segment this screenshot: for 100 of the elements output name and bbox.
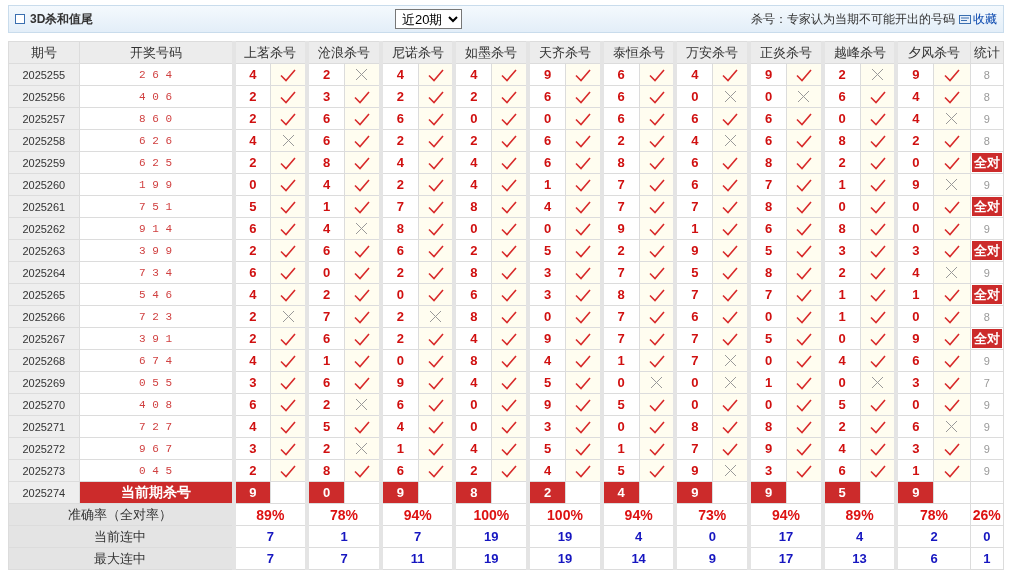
table-cell: 0 [675,525,750,548]
table-cell: 0 [970,525,1004,548]
table-cell: 26% [970,503,1004,526]
table-cell: 8 [970,305,1004,328]
period-select[interactable]: 近20期 [395,9,462,29]
table-cell: 2025273 [8,459,80,482]
table-cell: 9 [675,547,750,570]
table-cell: 2025255 [8,63,80,86]
column-header: 期号 [8,41,80,64]
current-kill-number: 9 [233,481,271,504]
table-cell: 7 [380,525,455,548]
column-header: 统计 [970,41,1004,64]
table-cell: 2025262 [8,217,80,240]
table-cell: 2 [896,525,971,548]
column-header: 正炎杀号 [749,41,823,64]
table-cell: 1 [970,547,1004,570]
column-header: 越峰杀号 [822,41,897,64]
row-header: 当前连中 [8,525,234,548]
all-correct-badge: 全对 [971,241,1002,260]
column-header: 夕风杀号 [896,41,971,64]
table-cell: 8 [970,129,1004,152]
table-cell: 4 [601,525,676,548]
bookmark-link[interactable]: 收藏 [959,10,997,28]
table-cell: 78% [307,503,381,526]
column-header: 泰恒杀号 [601,41,676,64]
bookmark-icon [959,13,971,25]
table-cell: 9 [970,217,1004,240]
current-kill-number: 9 [749,481,787,504]
table-cell: 73% [675,503,750,526]
row-header: 准确率（全对率） [8,503,234,526]
table-cell: 2025267 [8,327,80,350]
row-header: 最大连中 [8,547,234,570]
table-cell: 9 [970,261,1004,284]
column-header: 如墨杀号 [454,41,529,64]
table-cell: 94% [380,503,455,526]
table-cell: 2025271 [8,415,80,438]
table-cell: 2025259 [8,151,80,174]
all-correct-badge: 全对 [971,153,1002,172]
table-cell: 7 [307,547,381,570]
column-header: 开奖号码 [79,41,234,64]
current-kill-number: 4 [601,481,640,504]
table-cell: 19 [528,525,602,548]
table-cell: 100% [454,503,529,526]
table-cell: 89% [233,503,308,526]
table-cell: 19 [454,547,529,570]
table-cell: 9 [970,459,1004,482]
column-header: 上茗杀号 [233,41,308,64]
table-cell: 7 [233,547,308,570]
column-header: 天齐杀号 [528,41,602,64]
table-cell: 1 [307,525,381,548]
table-cell: 19 [528,547,602,570]
table-cell: 17 [749,525,823,548]
all-correct-badge: 全对 [971,329,1002,348]
table-cell: 2025268 [8,349,80,372]
table-cell: 7 [233,525,308,548]
page-title: 3D杀和值尾 [30,10,94,28]
table-cell: 100% [528,503,602,526]
table-cell: 2025270 [8,393,80,416]
table-cell: 89% [822,503,897,526]
table-cell: 11 [380,547,455,570]
table-cell: 17 [749,547,823,570]
table-cell: 7 [970,371,1004,394]
current-kill-number: 2 [528,481,566,504]
table-cell: 2025264 [8,261,80,284]
table-cell: 2025256 [8,85,80,108]
table-cell: 9 [970,173,1004,196]
table-cell: 14 [601,547,676,570]
table-cell: 6 [896,547,971,570]
table-cell: 19 [454,525,529,548]
current-kill-label: 当前期杀号 [79,481,234,504]
table-cell: 9 [970,107,1004,130]
table-cell: 9 [970,349,1004,372]
table-cell: 2025266 [8,305,80,328]
table-cell: 2025272 [8,437,80,460]
current-kill-number: 0 [307,481,345,504]
table-cell: 2025260 [8,173,80,196]
current-kill-number: 8 [454,481,492,504]
table-cell: 2025274 [8,481,80,504]
table-cell: 9 [970,437,1004,460]
table-cell: 94% [601,503,676,526]
table-cell: 2025257 [8,107,80,130]
table-cell: 78% [896,503,971,526]
table-cell: 8 [970,85,1004,108]
legend-note: 杀号：专家认为当期不可能开出的号码 [751,10,955,28]
column-header: 万安杀号 [675,41,750,64]
all-correct-badge: 全对 [971,197,1002,216]
checkbox-icon [15,14,25,24]
table-cell: 8 [970,63,1004,86]
table-cell: 94% [749,503,823,526]
table-cell: 2025263 [8,239,80,262]
column-header: 沧浪杀号 [307,41,381,64]
current-kill-number: 5 [822,481,861,504]
table-cell: 2025261 [8,195,80,218]
table-cell: 2025269 [8,371,80,394]
all-correct-badge: 全对 [971,285,1002,304]
table-cell: 9 [970,415,1004,438]
current-kill-number: 9 [380,481,419,504]
table-cell: 4 [822,525,897,548]
current-kill-number: 9 [675,481,713,504]
column-header: 尼诺杀号 [380,41,455,64]
